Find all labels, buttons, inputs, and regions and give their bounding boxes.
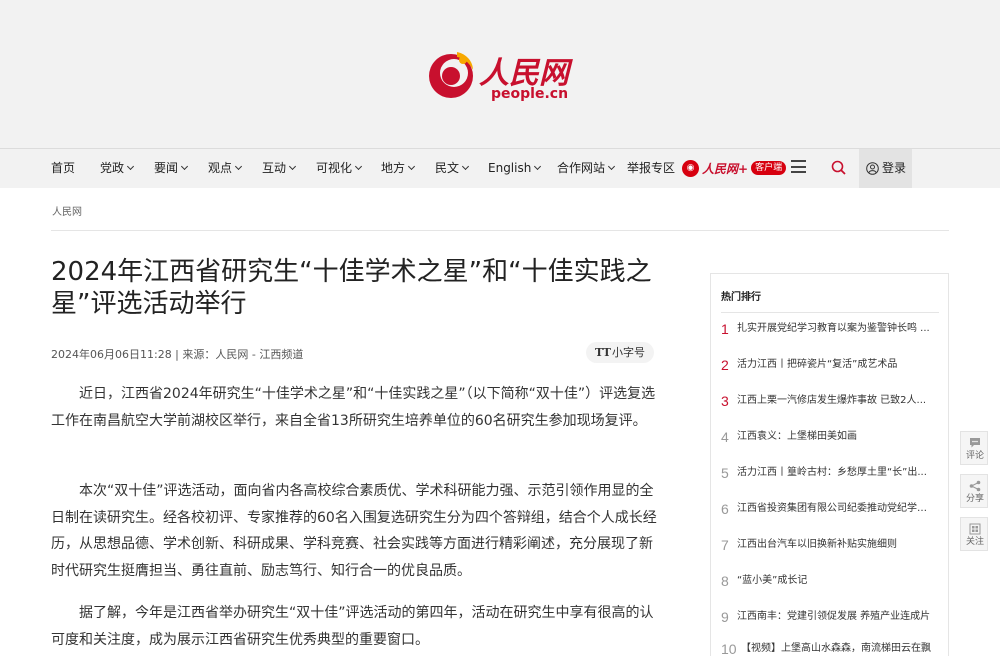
rank-number: 4	[721, 429, 729, 445]
hot-list-item[interactable]: 6 江西省投资集团有限公司纪委推动党纪学习...	[721, 500, 945, 518]
chevron-down-icon	[234, 162, 243, 171]
hot-list-item[interactable]: 5 活力江西丨篁岭古村：乡愁厚土里“长”出...	[721, 464, 945, 482]
nav-item-interact[interactable]: 互动	[262, 148, 297, 188]
follow-icon	[969, 523, 981, 535]
site-logo[interactable]: 人民网 people.cn	[427, 46, 577, 106]
chevron-down-icon	[126, 162, 135, 171]
nav-item-report[interactable]: 举报专区	[627, 148, 675, 188]
logo-swirl-icon	[429, 52, 473, 98]
hot-list-item[interactable]: 8 “蓝小美”成长记	[721, 572, 945, 590]
hot-item-title: 江西上栗一汽修店发生爆炸事故 已致2人...	[737, 395, 927, 406]
nav-label: 地方	[381, 161, 406, 175]
app-download-link[interactable]: ◉ 人民网+ 客户端	[682, 159, 787, 177]
login-label: 登录	[882, 161, 907, 175]
chevron-down-icon	[354, 162, 363, 171]
rank-number: 8	[721, 573, 729, 589]
rank-number: 7	[721, 537, 729, 553]
hot-ranking-panel: 热门排行 1 扎实开展党纪学习教育以案为鉴警钟长鸣 ... 2 活力江西丨把碎瓷…	[710, 273, 949, 656]
nav-item-party[interactable]: 党政	[100, 148, 135, 188]
app-badge: 客户端	[751, 161, 787, 175]
article-meta: 2024年06月06日11:28 | 来源：人民网 - 江西频道	[51, 348, 304, 361]
hot-list-item[interactable]: 10 【视频】上堡高山水森森，南流梯田云在飘	[721, 640, 945, 656]
rank-number: 9	[721, 609, 729, 625]
nav-item-visual[interactable]: 可视化	[316, 148, 363, 188]
chevron-down-icon	[607, 162, 616, 171]
rank-number: 2	[721, 357, 729, 373]
chevron-down-icon	[407, 162, 416, 171]
nav-item-news[interactable]: 要闻	[154, 148, 189, 188]
comment-label: 评论	[965, 451, 984, 461]
hot-item-title: 江西袁义：上堡梯田美如画	[737, 431, 857, 442]
comment-button[interactable]: 评论	[960, 431, 988, 465]
nav-label: 可视化	[316, 161, 353, 175]
article-title: 2024年江西省研究生“十佳学术之星”和“十佳实践之星”评选活动举行	[51, 257, 652, 319]
font-size-toggle-button[interactable]: TT 小字号	[586, 342, 654, 363]
app-logo-icon: ◉	[682, 159, 699, 177]
follow-label: 关注	[965, 537, 984, 547]
article-paragraph: 据了解，今年是江西省举办研究生“双十佳”评选活动的第四年，活动在研究生中享有很高…	[51, 605, 654, 648]
hamburger-menu-icon[interactable]	[791, 160, 806, 173]
article-paragraph: 近日，江西省2024年研究生“十佳学术之星”和“十佳实践之星”（以下简称“双十佳…	[51, 386, 656, 429]
rank-number: 3	[721, 393, 729, 409]
rank-number: 10	[721, 641, 737, 656]
nav-item-opinion[interactable]: 观点	[208, 148, 243, 188]
share-icon	[969, 480, 981, 492]
hot-list-item[interactable]: 7 江西出台汽车以旧换新补贴实施细则	[721, 536, 945, 554]
hot-item-title: 江西南丰：党建引领促发展 养殖产业连成片	[737, 611, 931, 622]
divider	[51, 230, 949, 231]
share-label: 分享	[965, 494, 984, 504]
comment-icon	[970, 438, 980, 448]
nav-label: 民文	[435, 161, 460, 175]
nav-label: 合作网站	[557, 161, 606, 175]
breadcrumb[interactable]: 人民网	[52, 203, 82, 218]
chevron-down-icon	[461, 162, 470, 171]
chevron-down-icon	[180, 162, 189, 171]
hot-item-title: 江西出台汽车以旧换新补贴实施细则	[737, 539, 897, 550]
hot-list-item[interactable]: 4 江西袁义：上堡梯田美如画	[721, 428, 945, 446]
app-name: 人民网+	[702, 161, 749, 176]
nav-item-ethnic[interactable]: 民文	[435, 148, 470, 188]
hot-list-item[interactable]: 3 江西上栗一汽修店发生爆炸事故 已致2人...	[721, 392, 945, 410]
share-button[interactable]: 分享	[960, 474, 988, 508]
hot-ranking-title: 热门排行	[721, 292, 761, 303]
nav-label: 党政	[100, 161, 125, 175]
article-paragraph: 本次“双十佳”评选活动，面向省内各高校综合素质优、学术科研能力强、示范引领作用显…	[51, 483, 657, 579]
search-icon[interactable]	[831, 160, 846, 175]
user-icon	[866, 162, 879, 175]
hot-item-title: 活力江西丨把碎瓷片“复活”成艺术品	[737, 359, 898, 370]
site-header: 人民网 people.cn	[0, 0, 1000, 148]
rank-number: 1	[721, 321, 729, 337]
rank-number: 6	[721, 501, 729, 517]
rank-number: 5	[721, 465, 729, 481]
text-size-icon: TT	[595, 346, 611, 359]
divider	[721, 312, 939, 313]
follow-button[interactable]: 关注	[960, 517, 988, 551]
hot-item-title: 扎实开展党纪学习教育以案为鉴警钟长鸣 ...	[737, 323, 930, 334]
font-size-label: 小字号	[612, 346, 645, 359]
hot-item-title: 江西省投资集团有限公司纪委推动党纪学习...	[737, 503, 933, 514]
nav-label: 首页	[51, 161, 76, 175]
hot-item-title: “蓝小美”成长记	[737, 575, 808, 586]
nav-label: English	[488, 161, 532, 175]
hot-item-title: 活力江西丨篁岭古村：乡愁厚土里“长”出...	[737, 467, 927, 478]
hot-list-item[interactable]: 1 扎实开展党纪学习教育以案为鉴警钟长鸣 ...	[721, 320, 945, 338]
brand-name-en: people.cn	[491, 86, 569, 102]
nav-label: 观点	[208, 161, 233, 175]
chevron-down-icon	[534, 162, 542, 171]
login-button[interactable]: 登录	[859, 149, 912, 188]
nav-item-home[interactable]: 首页	[51, 148, 75, 188]
hot-list-item[interactable]: 2 活力江西丨把碎瓷片“复活”成艺术品	[721, 356, 945, 374]
chevron-down-icon	[288, 162, 297, 171]
nav-label: 要闻	[154, 161, 179, 175]
nav-label: 举报专区	[627, 161, 676, 175]
nav-label: 互动	[262, 161, 287, 175]
nav-item-english[interactable]: English	[488, 148, 542, 188]
hot-item-title: 【视频】上堡高山水森森，南流梯田云在飘	[741, 643, 931, 654]
hot-list-item[interactable]: 9 江西南丰：党建引领促发展 养殖产业连成片	[721, 608, 945, 626]
nav-item-partners[interactable]: 合作网站	[557, 148, 616, 188]
nav-item-local[interactable]: 地方	[381, 148, 416, 188]
